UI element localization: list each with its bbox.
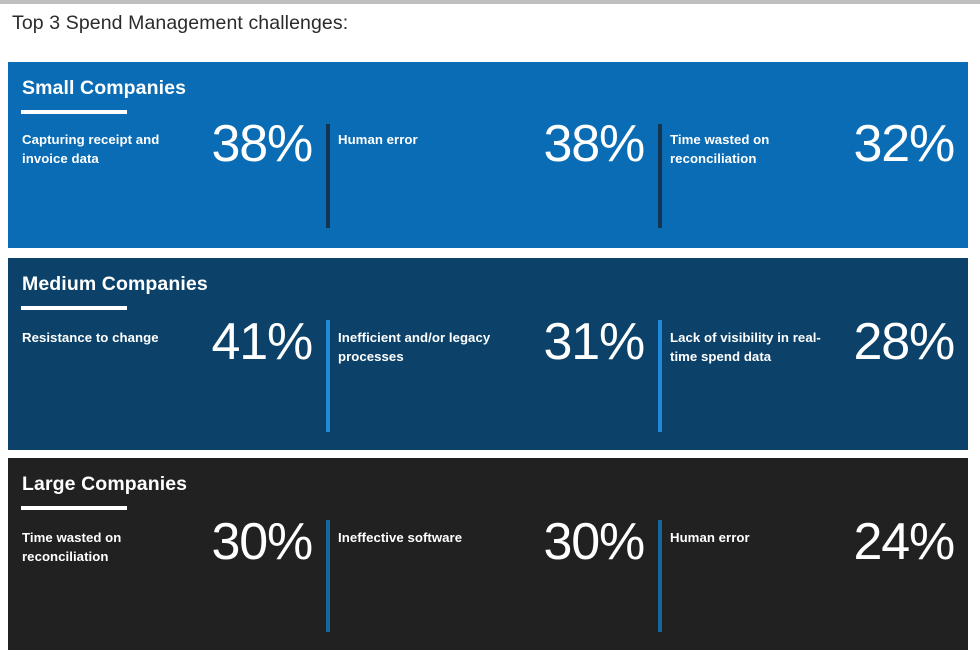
stat-row: Capturing receipt and invoice data 38% H… <box>8 115 968 234</box>
stat-value: 32% <box>853 115 956 173</box>
panel-header-medium-companies: Medium Companies <box>22 273 208 295</box>
stat-value: 28% <box>853 313 956 371</box>
panel-medium-companies: Medium Companies Resistance to change 41… <box>8 258 968 450</box>
stat-label: Time wasted on reconciliation <box>670 132 770 166</box>
stat-value: 30% <box>211 513 314 571</box>
panel-small-companies: Small Companies Capturing receipt and in… <box>8 62 968 248</box>
stat-item: Ineffective software 30% <box>338 513 650 632</box>
header-underline-rule <box>21 506 127 510</box>
stat-value: 31% <box>543 313 646 371</box>
stat-item: Inefficient and/or legacy processes 31% <box>338 313 650 432</box>
stat-label: Resistance to change <box>22 330 159 345</box>
panel-header-large-companies: Large Companies <box>22 473 188 495</box>
stat-item: Human error 24% <box>670 513 960 632</box>
stat-label: Capturing receipt and invoice data <box>22 132 160 166</box>
header-underline-rule <box>21 306 127 310</box>
stat-value: 38% <box>211 115 314 173</box>
stat-row: Resistance to change 41% Inefficient and… <box>8 313 968 438</box>
infographic-page: Top 3 Spend Management challenges: Small… <box>0 4 980 658</box>
stat-item: Resistance to change 41% <box>22 313 318 432</box>
stat-value: 30% <box>543 513 646 571</box>
stat-label: Human error <box>670 530 750 545</box>
stat-value: 24% <box>853 513 956 571</box>
stat-row: Time wasted on reconciliation 30% Ineffe… <box>8 513 968 638</box>
stat-value: 41% <box>211 313 314 371</box>
page-title: Top 3 Spend Management challenges: <box>12 12 349 34</box>
stat-label: Inefficient and/or legacy processes <box>338 330 491 364</box>
stat-item: Time wasted on reconciliation 30% <box>22 513 318 632</box>
stat-label: Time wasted on reconciliation <box>22 530 122 564</box>
header-underline-rule <box>21 110 127 114</box>
stat-item: Time wasted on reconciliation 32% <box>670 115 960 234</box>
panel-large-companies: Large Companies Time wasted on reconcili… <box>8 458 968 650</box>
stat-item: Capturing receipt and invoice data 38% <box>22 115 318 234</box>
stat-label: Lack of visibility in real-time spend da… <box>670 330 821 364</box>
stat-item: Human error 38% <box>338 115 650 234</box>
stat-label: Ineffective software <box>338 530 463 545</box>
panel-header-small-companies: Small Companies <box>22 77 187 99</box>
stat-item: Lack of visibility in real-time spend da… <box>670 313 960 432</box>
stat-value: 38% <box>543 115 646 173</box>
stat-label: Human error <box>338 132 418 147</box>
